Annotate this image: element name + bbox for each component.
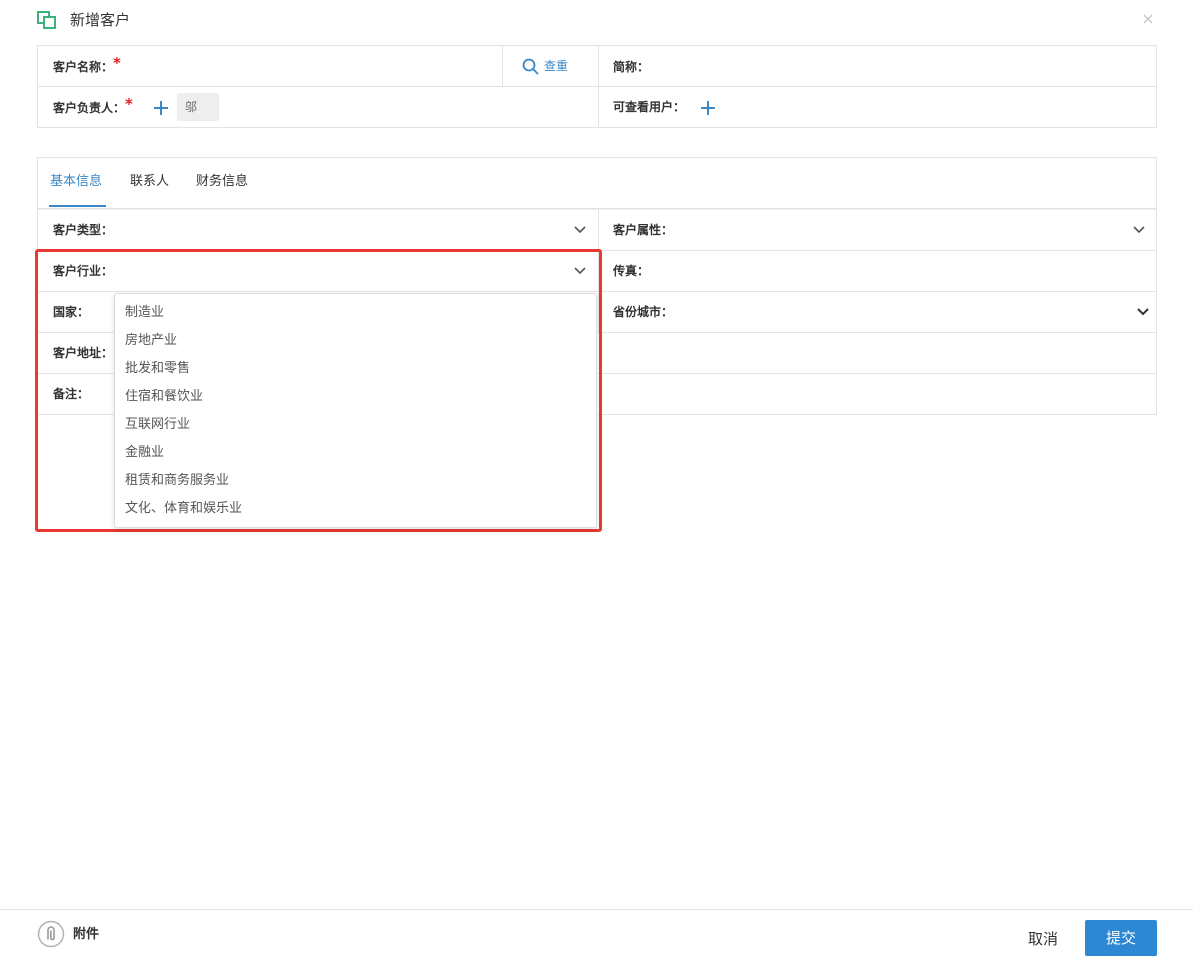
chevron-down-icon[interactable] (574, 226, 586, 234)
customer-attribute-label: 客户属性： (613, 223, 674, 237)
active-tab-indicator (49, 205, 106, 207)
province-city-label: 省份城市： (613, 305, 674, 319)
industry-option[interactable]: 批发和零售 (125, 360, 190, 378)
industry-option[interactable]: 制造业 (125, 304, 164, 322)
check-duplicate-button[interactable]: 查重 (522, 56, 568, 76)
add-viewer-plus-icon[interactable] (700, 100, 716, 116)
cancel-button[interactable]: 取消 (1028, 929, 1058, 949)
viewers-label: 可查看用户： (613, 100, 686, 114)
industry-dropdown: 制造业 房地产业 批发和零售 住宿和餐饮业 互联网行业 金融业 租赁和商务服务业… (114, 293, 597, 528)
add-owner-plus-icon[interactable] (153, 100, 169, 116)
footer-divider (0, 909, 1193, 910)
check-button-divider (502, 46, 503, 86)
industry-option[interactable]: 房地产业 (125, 332, 177, 350)
new-customer-icon (37, 11, 56, 29)
dialog-title: 新增客户 (70, 11, 131, 29)
industry-option[interactable]: 金融业 (125, 444, 164, 462)
short-name-input[interactable] (660, 48, 1150, 84)
customer-attribute-select[interactable] (680, 212, 1150, 248)
industry-option[interactable]: 互联网行业 (125, 416, 190, 434)
check-duplicate-label: 查重 (544, 59, 569, 73)
owner-label: 客户负责人：* (53, 95, 133, 115)
owner-chip[interactable]: 邬 (177, 93, 219, 121)
customer-name-input[interactable] (160, 48, 498, 84)
attachment-button[interactable]: 附件 (73, 926, 99, 944)
tab-separator-shadow (37, 209, 1157, 210)
tab-finance-info[interactable]: 财务信息 (196, 173, 248, 191)
required-mark: * (113, 54, 121, 72)
customer-type-select[interactable] (120, 212, 594, 248)
province-city-select[interactable] (680, 294, 1150, 330)
top-form-divider (38, 86, 1156, 87)
customer-type-label: 客户类型： (53, 223, 114, 237)
tab-basic-info[interactable]: 基本信息 (50, 173, 102, 191)
remark-input[interactable] (600, 376, 1150, 412)
industry-option[interactable]: 租赁和商务服务业 (125, 472, 229, 490)
submit-button[interactable]: 提交 (1085, 920, 1157, 956)
required-mark: * (125, 95, 133, 113)
top-form-column-divider (598, 46, 599, 127)
close-icon[interactable]: × (1140, 9, 1156, 29)
paperclip-icon[interactable] (37, 920, 65, 948)
customer-name-label: 客户名称：* (53, 54, 121, 74)
chevron-down-icon[interactable] (1137, 308, 1149, 316)
fax-input[interactable] (660, 253, 1150, 289)
short-name-label: 简称： (613, 60, 650, 74)
fax-label: 传真： (613, 264, 650, 278)
search-icon (522, 58, 539, 75)
industry-option[interactable]: 文化、体育和娱乐业 (125, 500, 242, 518)
industry-option[interactable]: 住宿和餐饮业 (125, 388, 203, 406)
chevron-down-icon[interactable] (1133, 226, 1145, 234)
tab-contacts[interactable]: 联系人 (130, 173, 169, 191)
